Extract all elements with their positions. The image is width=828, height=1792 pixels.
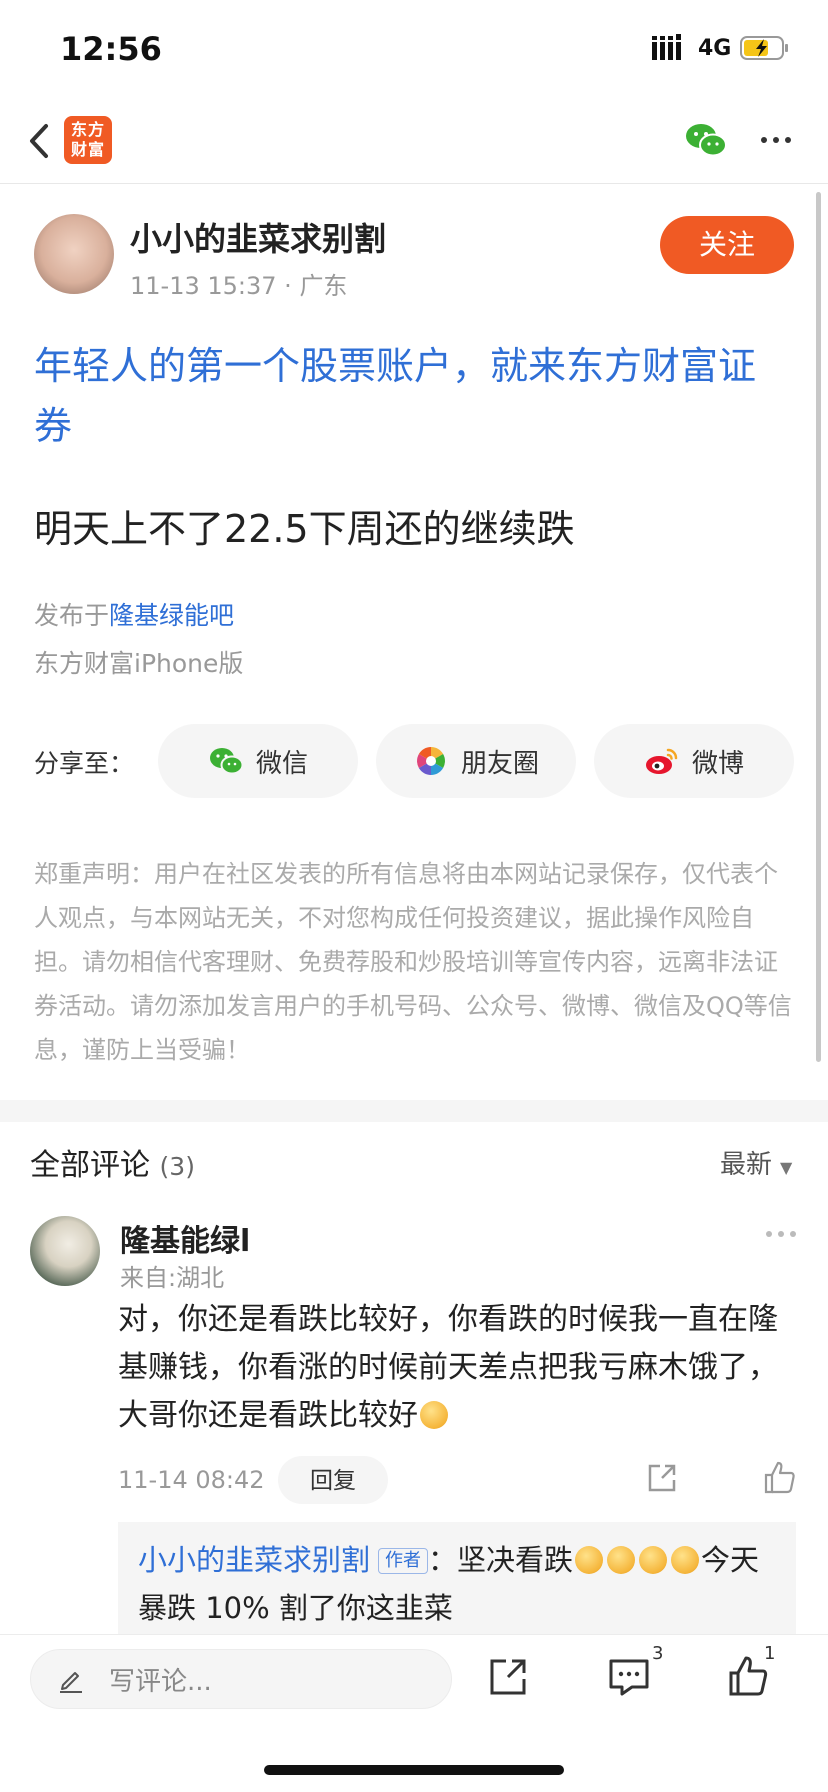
share-icon[interactable] [488, 1657, 528, 1697]
reply-button[interactable]: 回复 [278, 1456, 388, 1504]
author-avatar[interactable] [34, 214, 114, 294]
disclaimer: 郑重声明：用户在社区发表的所有信息将由本网站记录保存，仅代表个人观点，与本网站无… [34, 860, 792, 1064]
follow-button[interactable]: 关注 [660, 216, 794, 274]
post-body: 明天上不了22.5下周还的继续跌 [34, 507, 575, 551]
share-option-label: 微信 [255, 747, 308, 778]
share-option-label: 微博 [691, 747, 744, 778]
like-count-badge: 1 [764, 1643, 776, 1664]
scrollbar[interactable] [816, 192, 821, 1062]
forum-link[interactable]: 隆基绿能吧 [109, 601, 234, 630]
share-wechat-button[interactable]: 微信 [158, 724, 358, 798]
sort-label: 最新 [720, 1150, 773, 1180]
ad-title-link[interactable]: 年轻人的第一个股票账户，就来东方财富证券 [34, 336, 774, 456]
share-label: 分享至： [34, 749, 135, 778]
wechat-icon [209, 748, 244, 775]
comments-title-label: 全部评论 [30, 1148, 150, 1183]
laughing-tears-emoji-icon [420, 1401, 448, 1429]
logo-line2: 财富 [70, 140, 105, 159]
commenter-location: 来自:湖北 [120, 1264, 225, 1292]
meta-separator: · [284, 272, 300, 300]
pen-icon [60, 1672, 82, 1693]
comment-text-content: 对，你还是看跌比较好，你看跌的时候我一直在隆基赚钱，你看涨的时候前天差点把我亏麻… [118, 1302, 778, 1433]
share-weibo-button[interactable]: 微博 [594, 724, 794, 798]
logo-line1: 东方 [70, 120, 105, 139]
shocked-emoji-icon [575, 1546, 604, 1574]
comments-count: (3) [159, 1152, 195, 1181]
status-bar: 12:56 4G [0, 0, 828, 100]
author-tag: 作者 [378, 1548, 429, 1574]
network-type: 4G [698, 36, 732, 61]
author-name[interactable]: 小小的韭菜求别割 [130, 214, 386, 260]
comment-like-icon[interactable] [764, 1460, 796, 1494]
comments-title: 全部评论 (3) [30, 1140, 195, 1184]
more-options-icon[interactable] [758, 128, 794, 152]
comment-share-icon[interactable] [646, 1462, 678, 1494]
battery-icon [740, 36, 788, 60]
sort-dropdown[interactable]: 最新 ▼ [720, 1144, 792, 1181]
back-arrow-icon[interactable] [24, 120, 54, 162]
weibo-icon [645, 748, 678, 774]
post-meta: 11-13 15:37 · 广东 [130, 266, 347, 301]
share-option-label: 朋友圈 [460, 747, 539, 778]
published-in: 发布于隆基绿能吧 [34, 596, 234, 632]
comment-text: 对，你还是看跌比较好，你看跌的时候我一直在隆基赚钱，你看涨的时候前天差点把我亏麻… [118, 1296, 798, 1440]
eastmoney-logo: 东方 财富 [64, 116, 112, 164]
comment-input-placeholder: 写评论... [109, 1666, 212, 1697]
published-prefix: 发布于 [34, 601, 110, 630]
status-time: 12:56 [60, 30, 162, 68]
comment-more-icon[interactable] [764, 1228, 798, 1240]
client-source: 东方财富iPhone版 [34, 649, 244, 678]
section-divider [0, 1100, 828, 1122]
reply-author[interactable]: 小小的韭菜求别割 [138, 1543, 370, 1577]
share-moments-button[interactable]: 朋友圈 [376, 724, 576, 798]
reply-preview[interactable]: 小小的韭菜求别割 作者 ：坚决看跌 今天暴跌 10% 割了你这韭菜 [118, 1522, 796, 1634]
moments-icon [417, 747, 445, 775]
bottom-bar: 写评论... 3 1 [0, 1634, 828, 1792]
comment-count-badge: 3 [652, 1643, 664, 1664]
shocked-emoji-icon [607, 1546, 636, 1574]
commenter-name[interactable]: 隆基能绿l [120, 1216, 250, 1260]
wechat-share-icon[interactable] [684, 120, 728, 160]
like-icon[interactable] [728, 1655, 768, 1697]
shocked-emoji-icon [639, 1546, 668, 1574]
caret-down-icon: ▼ [780, 1158, 793, 1177]
home-indicator[interactable] [264, 1765, 564, 1775]
post-location: 广东 [299, 272, 348, 300]
reply-prefix: ：坚决看跌 [428, 1543, 574, 1577]
comment-date: 11-14 08:42 [118, 1466, 265, 1494]
shocked-emoji-icon [671, 1546, 700, 1574]
commenter-avatar[interactable] [30, 1216, 100, 1286]
comment-icon[interactable] [608, 1657, 650, 1697]
nav-bar: 东方 财富 [0, 100, 828, 184]
post-date: 11-13 15:37 [130, 272, 277, 300]
comment-input[interactable]: 写评论... [30, 1649, 452, 1709]
signal-icon [652, 34, 681, 60]
